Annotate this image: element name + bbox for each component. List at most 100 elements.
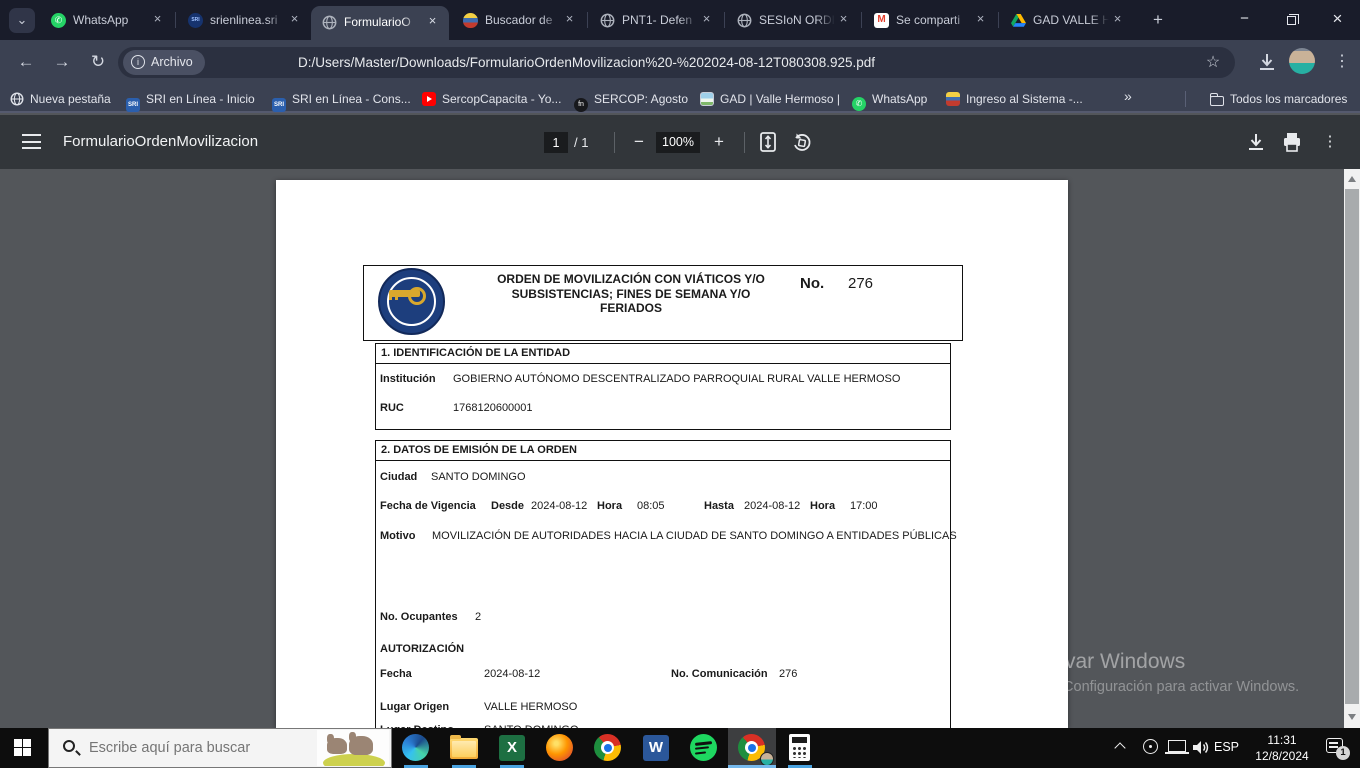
tab-drive[interactable]: GAD VALLE H × — [1000, 0, 1134, 40]
tab-close-button[interactable]: × — [424, 13, 441, 30]
sri-favicon: SRI — [188, 13, 203, 28]
address-bar[interactable]: i Archivo ☆ — [118, 47, 1235, 78]
zoom-in-button[interactable]: + — [706, 129, 732, 155]
ecuador-crest-icon — [946, 92, 960, 106]
fit-to-page-button[interactable] — [755, 129, 781, 155]
taskbar-chrome-active-button[interactable] — [728, 728, 776, 768]
rotate-button[interactable] — [789, 129, 815, 155]
taskbar-search-box[interactable] — [48, 728, 392, 768]
tab-close-button[interactable]: × — [149, 11, 166, 28]
hora2-value: 17:00 — [850, 500, 878, 512]
tab-formulario-active[interactable]: FormularioO × — [311, 6, 449, 40]
downloads-button[interactable] — [1254, 49, 1280, 75]
bookmark-sercopcapacita[interactable]: SercopCapacita - Yo... — [422, 89, 561, 109]
bookmark-gad-valle-hermoso[interactable]: GAD | Valle Hermoso | — [700, 89, 840, 109]
info-icon: i — [131, 55, 145, 69]
browser-menu-button[interactable]: ⋮ — [1330, 48, 1354, 76]
bookmarks-overflow-button[interactable]: » — [1124, 88, 1132, 104]
fecha-label: Fecha — [380, 668, 412, 680]
print-icon[interactable] — [1279, 129, 1305, 155]
bookmark-sri-consultas[interactable]: SRI SRI en Línea - Cons... — [272, 89, 411, 112]
menu-icon[interactable] — [22, 134, 41, 149]
windows-taskbar: X W ESP 11:31 12/8/2024 1 — [0, 728, 1360, 768]
institucion-label: Institución — [380, 373, 436, 385]
clock[interactable]: 11:31 12/8/2024 — [1250, 732, 1314, 764]
site-info-chip[interactable]: i Archivo — [123, 50, 205, 75]
globe-favicon — [737, 13, 752, 28]
taskbar-spotify-button[interactable] — [680, 728, 728, 768]
profile-avatar[interactable] — [1289, 48, 1315, 74]
zoom-out-button[interactable]: − — [626, 129, 652, 155]
vertical-scrollbar[interactable] — [1344, 169, 1360, 728]
pdf-document-title: FormularioOrdenMovilizacion — [63, 133, 259, 150]
whatsapp-favicon: ✆ — [51, 13, 66, 28]
taskbar-excel-button[interactable]: X — [488, 728, 536, 768]
tab-close-button[interactable]: × — [835, 11, 852, 28]
tray-sync-icon[interactable] — [1143, 739, 1158, 754]
bookmark-ingreso-sistema[interactable]: Ingreso al Sistema -... — [946, 89, 1083, 109]
taskbar-word-button[interactable]: W — [632, 728, 680, 768]
comunicacion-value: 276 — [779, 668, 798, 680]
search-input[interactable] — [89, 729, 319, 767]
taskbar-edge-button[interactable] — [392, 728, 440, 768]
folder-icon — [1210, 93, 1224, 106]
scroll-up-arrow[interactable] — [1348, 176, 1356, 182]
tab-whatsapp[interactable]: ✆ WhatsApp × — [40, 0, 174, 40]
bookmark-nueva-pestana[interactable]: Nueva pestaña — [10, 89, 111, 109]
taskbar-explorer-button[interactable] — [440, 728, 488, 768]
tab-separator — [861, 12, 862, 28]
tab-close-button[interactable]: × — [286, 11, 303, 28]
bookmark-sri-inicio[interactable]: SRI SRI en Línea - Inicio — [126, 89, 255, 112]
forward-button[interactable]: → — [48, 48, 76, 76]
back-button[interactable]: ← — [12, 48, 40, 76]
window-close-button[interactable]: × — [1315, 0, 1360, 38]
taskbar-firefox-button[interactable] — [536, 728, 584, 768]
taskbar-calculator-button[interactable] — [776, 728, 824, 768]
tab-buscador[interactable]: Buscador de × — [452, 0, 586, 40]
window-restore-button[interactable] — [1269, 0, 1314, 38]
activate-windows-watermark: Activar Windows Ve a Configuración para … — [1030, 650, 1299, 695]
desde-value: 2024-08-12 — [531, 500, 588, 512]
bookmark-label: WhatsApp — [872, 92, 928, 106]
comunicacion-label: No. Comunicación — [671, 668, 768, 680]
tab-gmail[interactable]: M Se comparti × — [863, 0, 997, 40]
zoom-level-field[interactable]: 100% — [656, 132, 700, 153]
tab-close-button[interactable]: × — [1109, 11, 1126, 28]
page-number-input[interactable] — [544, 132, 568, 153]
pdf-toolbar: FormularioOrdenMovilizacion / 1 − 100% +… — [0, 115, 1360, 169]
new-tab-button[interactable]: + — [1145, 9, 1171, 33]
tab-close-button[interactable]: × — [698, 11, 715, 28]
scrollbar-thumb[interactable] — [1345, 189, 1359, 704]
pdf-more-options-button[interactable]: ⋮ — [1317, 129, 1343, 155]
url-input[interactable] — [298, 47, 1138, 78]
scroll-down-arrow[interactable] — [1348, 714, 1356, 720]
tab-close-button[interactable]: × — [972, 11, 989, 28]
pdf-page: ORDEN DE MOVILIZACIÓN CON VIÁTICOS Y/O S… — [276, 180, 1068, 728]
file-explorer-icon — [450, 735, 478, 759]
bookmark-sercop-agosto[interactable]: fn SERCOP: Agosto — [574, 89, 688, 112]
search-highlight-image[interactable] — [317, 730, 389, 766]
language-indicator[interactable]: ESP — [1214, 740, 1239, 754]
tab-close-button[interactable]: × — [561, 11, 578, 28]
browser-toolbar: ← → ↻ i Archivo ☆ ⋮ — [0, 40, 1360, 85]
network-icon[interactable] — [1165, 740, 1189, 754]
reload-button[interactable]: ↻ — [84, 48, 112, 76]
desktop-screen: ⌄ ✆ WhatsApp × SRI srienlinea.sri × Form… — [0, 0, 1360, 768]
bookmark-star-icon[interactable]: ☆ — [1201, 51, 1225, 75]
tab-pnt1[interactable]: PNT1- Defen × — [589, 0, 723, 40]
download-icon[interactable] — [1243, 129, 1269, 155]
bookmark-whatsapp[interactable]: ✆ WhatsApp — [852, 89, 928, 111]
pdf-viewport[interactable]: ORDEN DE MOVILIZACIÓN CON VIÁTICOS Y/O S… — [0, 169, 1360, 728]
tab-srienlinea[interactable]: SRI srienlinea.sri × — [177, 0, 311, 40]
bookmark-label: SRI en Línea - Inicio — [146, 92, 255, 106]
volume-icon[interactable] — [1192, 739, 1210, 761]
window-minimize-button[interactable]: − — [1222, 0, 1267, 38]
start-button[interactable] — [0, 728, 48, 768]
tab-sesion[interactable]: SESIoN ORDI × — [726, 0, 860, 40]
tray-hidden-icons-chevron[interactable] — [1116, 741, 1126, 751]
ruc-label: RUC — [380, 402, 404, 414]
taskbar-chrome-button[interactable] — [584, 728, 632, 768]
tab-search-button[interactable]: ⌄ — [9, 8, 35, 33]
windows-logo-icon — [14, 739, 31, 756]
all-bookmarks-button[interactable]: Todos los marcadores — [1210, 89, 1347, 109]
